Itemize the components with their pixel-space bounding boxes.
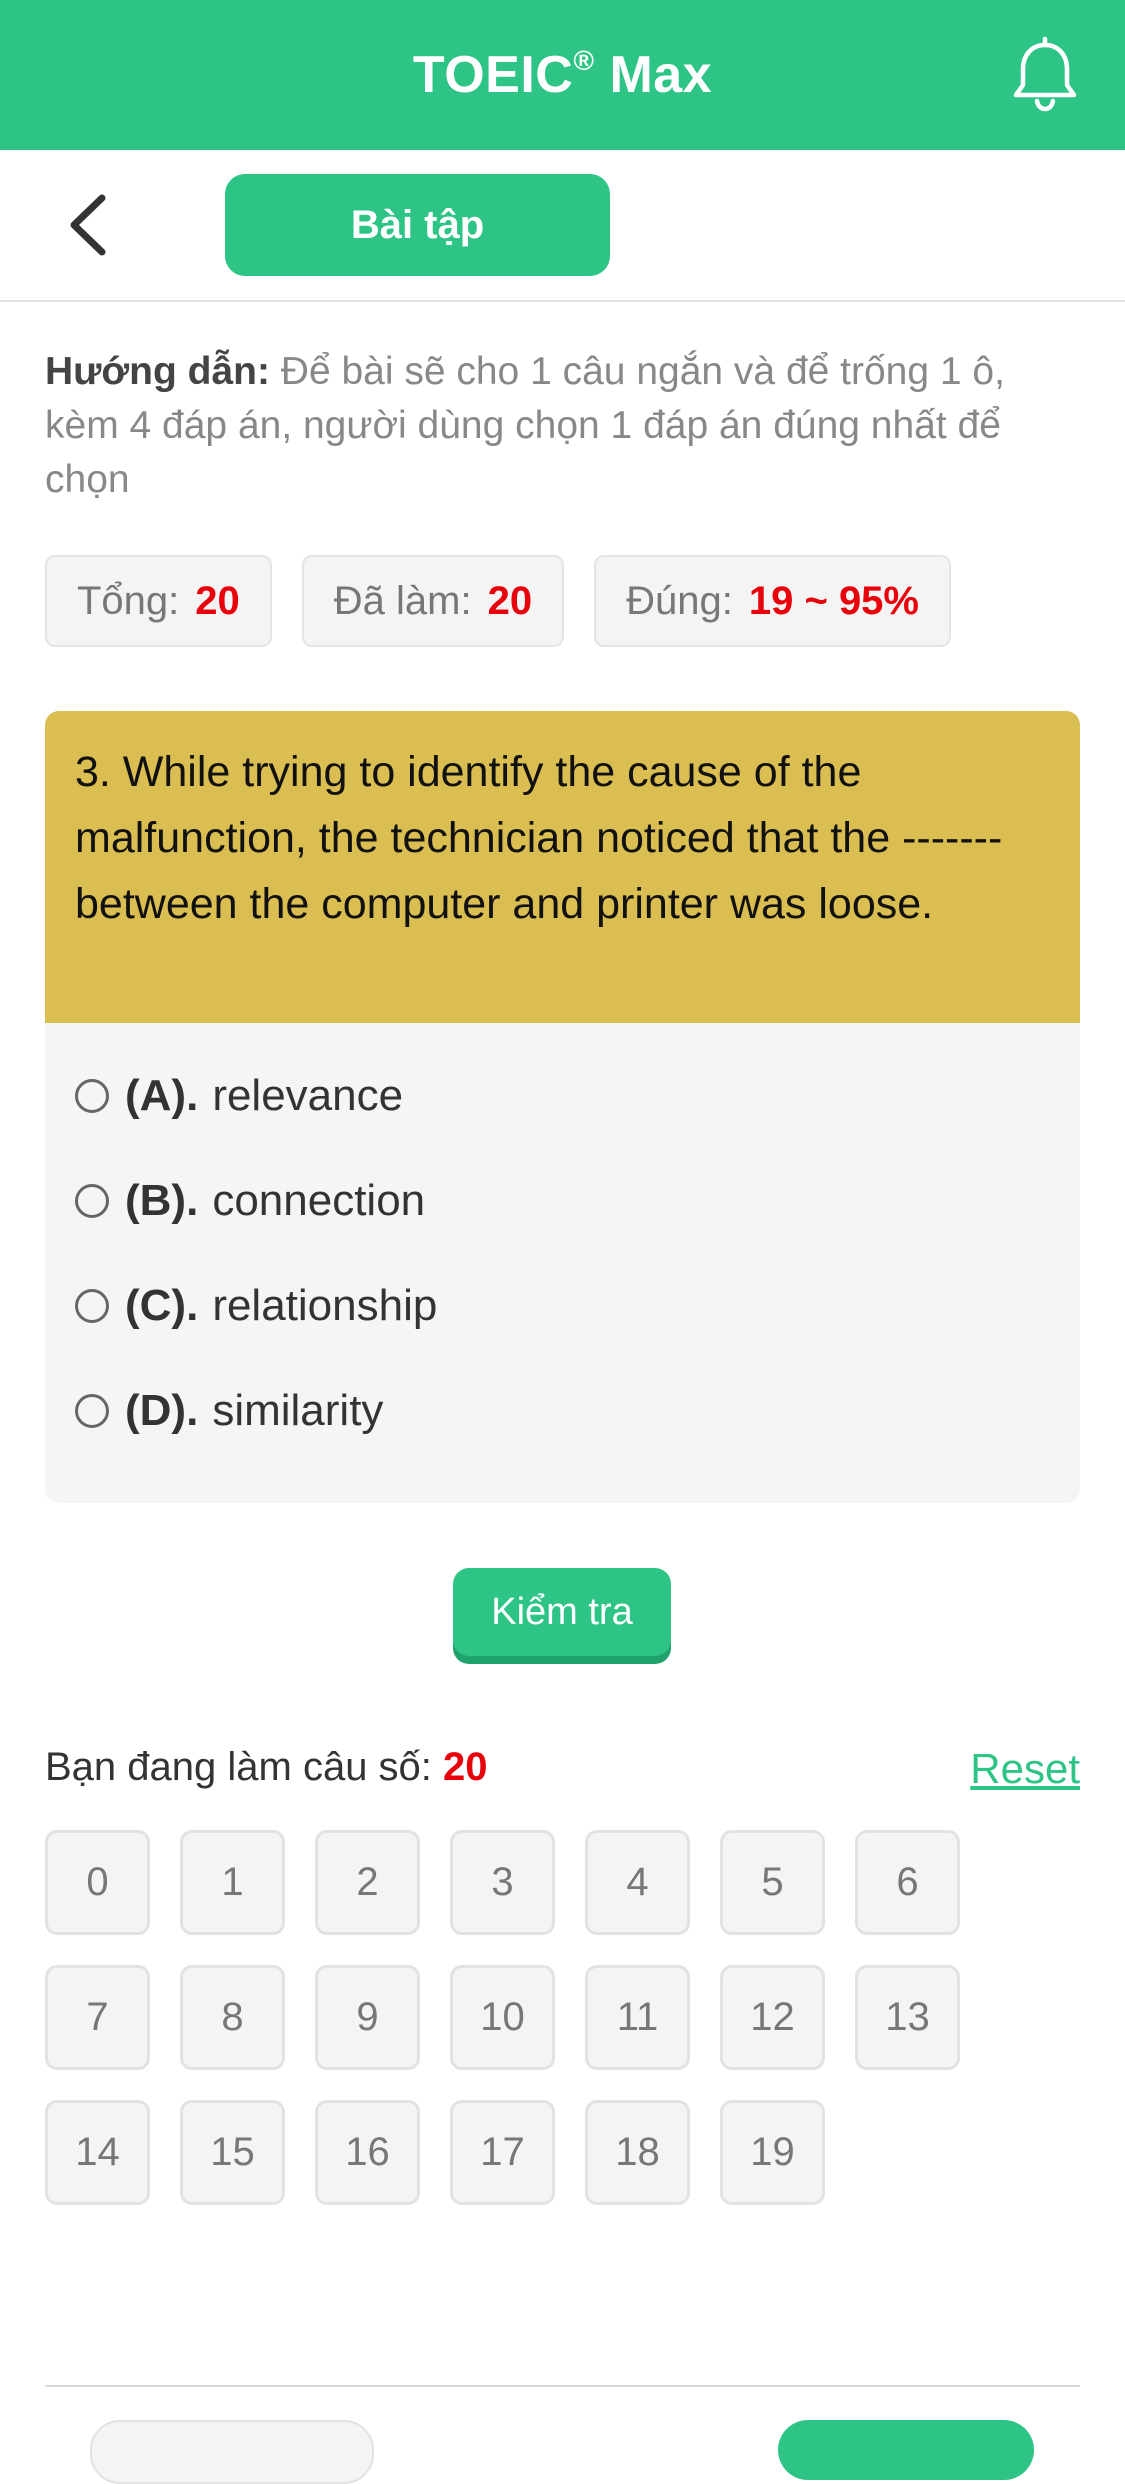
question-number-button[interactable]: 9 — [315, 1965, 420, 2070]
question-card: 3. While trying to identify the cause of… — [45, 711, 1080, 1503]
question-number-button[interactable]: 15 — [180, 2100, 285, 2205]
question-number-button[interactable]: 19 — [720, 2100, 825, 2205]
question-number-button[interactable]: 7 — [45, 1965, 150, 2070]
radio-button[interactable] — [75, 1078, 109, 1113]
option-c[interactable]: (C). relationship — [45, 1253, 1080, 1358]
stats-row: Tổng: 20 Đã làm: 20 Đúng: 19 ~ 95% — [45, 555, 981, 651]
current-question-number: 20 — [443, 1745, 488, 1789]
question-number-button[interactable]: 16 — [315, 2100, 420, 2205]
radio-button[interactable] — [75, 1288, 109, 1323]
tab-exercises[interactable]: Bài tập — [225, 174, 610, 276]
question-number-button[interactable]: 13 — [855, 1965, 960, 2070]
next-button[interactable] — [778, 2420, 1034, 2480]
current-question: Bạn đang làm câu số: 20 — [45, 1745, 488, 1789]
previous-button[interactable] — [90, 2420, 374, 2484]
question-number-button[interactable]: 17 — [450, 2100, 555, 2205]
check-button[interactable]: Kiểm tra — [453, 1568, 671, 1656]
option-d[interactable]: (D). similarity — [45, 1358, 1080, 1463]
question-number-button[interactable]: 5 — [720, 1830, 825, 1935]
reset-link[interactable]: Reset — [970, 1745, 1080, 1793]
radio-button[interactable] — [75, 1393, 109, 1428]
app-title: TOEIC® Max — [412, 44, 713, 104]
chevron-left-icon[interactable] — [60, 190, 120, 260]
question-number-button[interactable]: 1 — [180, 1830, 285, 1935]
question-number-button[interactable]: 4 — [585, 1830, 690, 1935]
bottom-divider — [45, 2385, 1080, 2387]
stat-correct: Đúng: 19 ~ 95% — [594, 555, 951, 647]
question-number-button[interactable]: 14 — [45, 2100, 150, 2205]
question-number-button[interactable]: 8 — [180, 1965, 285, 2070]
app-header: TOEIC® Max — [0, 0, 1125, 150]
instructions: Hướng dẫn: Để bài sẽ cho 1 câu ngắn và đ… — [45, 345, 1080, 507]
answer-options: (A). relevance (B). connection (C). rela… — [45, 1023, 1080, 1463]
bell-icon[interactable] — [1005, 35, 1085, 115]
question-number-button[interactable]: 6 — [855, 1830, 960, 1935]
stat-done-value: 20 — [487, 578, 533, 623]
question-number-button[interactable]: 0 — [45, 1830, 150, 1935]
stat-done: Đã làm: 20 — [301, 555, 565, 647]
nav-bar: Bài tập — [0, 150, 1125, 302]
question-text: 3. While trying to identify the cause of… — [45, 711, 1080, 1023]
question-number-button[interactable]: 18 — [585, 2100, 690, 2205]
instructions-label: Hướng dẫn: — [45, 350, 270, 393]
radio-button[interactable] — [75, 1183, 109, 1218]
question-number-button[interactable]: 10 — [450, 1965, 555, 2070]
question-number-button[interactable]: 11 — [585, 1965, 690, 2070]
stat-correct-value: 19 ~ 95% — [748, 578, 919, 623]
trademark-symbol: ® — [573, 44, 595, 76]
stat-total-value: 20 — [195, 578, 240, 623]
question-number-button[interactable]: 2 — [315, 1830, 420, 1935]
stat-total: Tổng: 20 — [45, 555, 272, 647]
question-number-button[interactable]: 3 — [450, 1830, 555, 1935]
option-a[interactable]: (A). relevance — [45, 1043, 1080, 1148]
question-number-button[interactable]: 12 — [720, 1965, 825, 2070]
option-b[interactable]: (B). connection — [45, 1148, 1080, 1253]
